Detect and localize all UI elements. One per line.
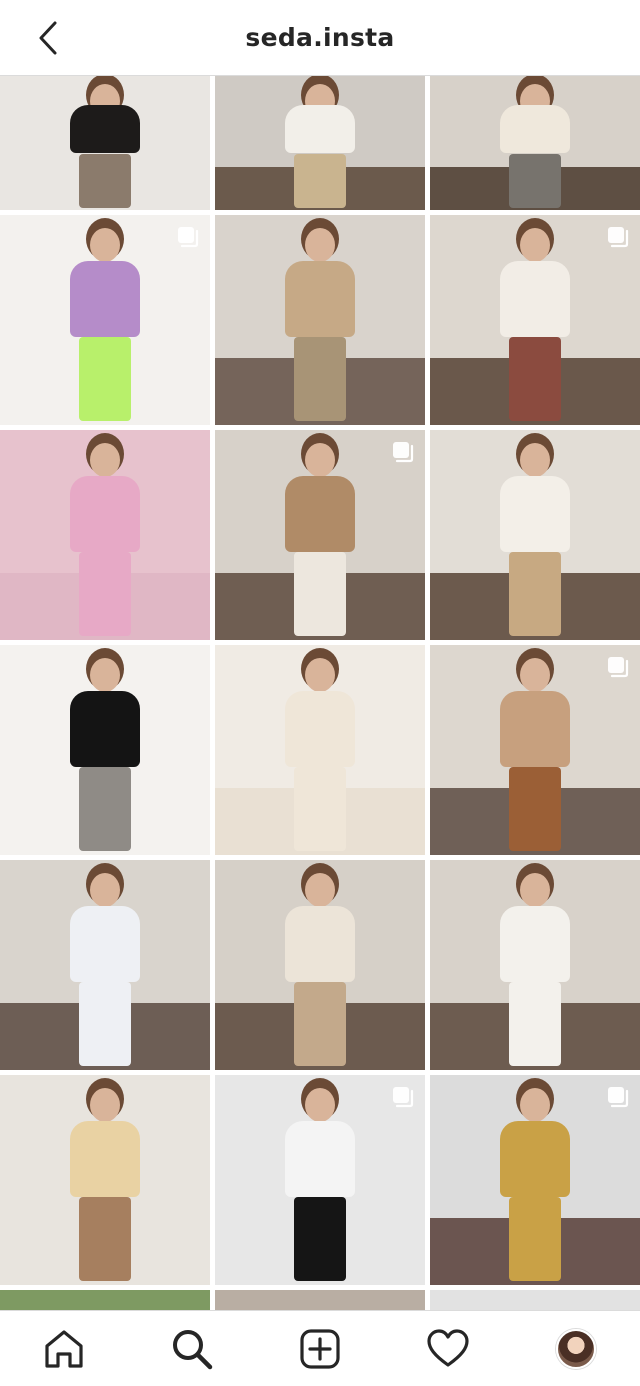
post-thumbnail[interactable] [215, 1290, 425, 1310]
post-thumbnail[interactable] [430, 645, 640, 855]
post-thumbnail[interactable] [215, 215, 425, 425]
back-button[interactable] [28, 18, 68, 58]
tab-home[interactable] [32, 1317, 96, 1381]
tab-search[interactable] [160, 1317, 224, 1381]
search-icon [173, 1329, 213, 1369]
post-thumbnail[interactable] [0, 76, 210, 210]
carousel-icon [393, 442, 414, 463]
tab-profile[interactable] [544, 1317, 608, 1381]
post-thumbnail[interactable] [0, 430, 210, 640]
post-thumbnail[interactable] [430, 76, 640, 210]
post-thumbnail[interactable] [430, 215, 640, 425]
add-post-icon [300, 1328, 340, 1369]
post-thumbnail[interactable] [215, 645, 425, 855]
top-header: seda.insta [0, 0, 640, 76]
post-thumbnail[interactable] [215, 76, 425, 210]
heart-icon [427, 1328, 469, 1367]
home-icon [45, 1329, 83, 1368]
post-thumbnail[interactable] [430, 860, 640, 1070]
profile-username: seda.insta [245, 23, 395, 52]
post-thumbnail[interactable] [430, 430, 640, 640]
post-grid [0, 76, 640, 1310]
carousel-icon [178, 227, 199, 248]
post-thumbnail[interactable] [215, 430, 425, 640]
tab-new-post[interactable] [288, 1317, 352, 1381]
post-thumbnail[interactable] [215, 1075, 425, 1285]
post-thumbnail[interactable] [0, 1075, 210, 1285]
chevron-left-icon [39, 21, 57, 55]
bottom-tab-bar [0, 1310, 640, 1386]
post-thumbnail[interactable] [0, 860, 210, 1070]
post-thumbnail[interactable] [0, 1290, 210, 1310]
tab-activity[interactable] [416, 1317, 480, 1381]
post-thumbnail[interactable] [215, 860, 425, 1070]
carousel-icon [608, 227, 629, 248]
carousel-icon [608, 1087, 629, 1108]
carousel-icon [393, 1087, 414, 1108]
carousel-icon [608, 657, 629, 678]
post-thumbnail[interactable] [430, 1290, 640, 1310]
post-thumbnail[interactable] [0, 215, 210, 425]
post-thumbnail[interactable] [0, 645, 210, 855]
post-thumbnail[interactable] [430, 1075, 640, 1285]
profile-avatar [556, 1328, 596, 1369]
